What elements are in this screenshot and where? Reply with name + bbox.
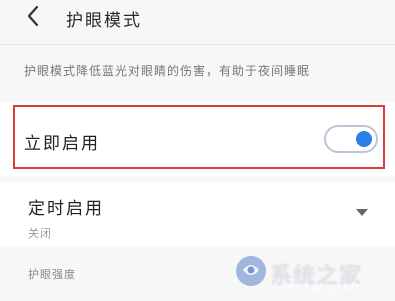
enable-now-label: 立即启用 xyxy=(24,134,100,154)
scheduled-status: 关闭 xyxy=(28,227,52,240)
mode-description: 护眼模式降低蓝光对眼睛的伤害，有助于夜间睡眠 xyxy=(24,64,311,78)
watermark-logo-icon xyxy=(236,256,266,286)
intensity-section-label: 护眼强度 xyxy=(28,268,76,281)
back-arrow-icon[interactable] xyxy=(22,4,46,28)
top-bar: 护眼模式 xyxy=(0,0,395,44)
watermark-url: XITONGZHIJIA.NET xyxy=(286,283,360,292)
header-divider xyxy=(0,44,395,45)
toggle-knob xyxy=(356,131,372,147)
page-title: 护眼模式 xyxy=(66,11,142,31)
dropdown-arrow-icon[interactable] xyxy=(356,209,368,216)
scheduled-label: 定时启用 xyxy=(28,199,104,219)
enable-now-toggle[interactable] xyxy=(324,125,378,153)
watermark: 系统之家 XITONGZHIJIA.NET xyxy=(234,252,384,292)
